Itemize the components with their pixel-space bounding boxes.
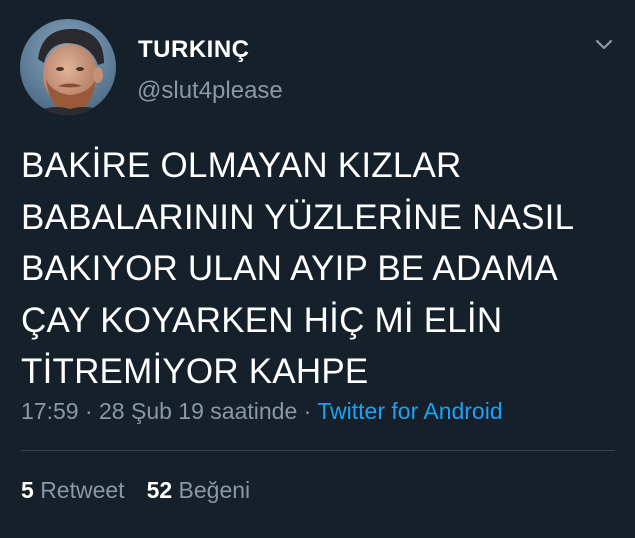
retweet-stat[interactable]: 5 Retweet xyxy=(21,477,125,503)
chevron-down-icon[interactable] xyxy=(592,36,616,54)
tweet-stats: 5 Retweet 52 Beğeni xyxy=(21,477,250,504)
author-display-name[interactable]: TURKINÇ xyxy=(138,36,250,64)
tweet-text: BAKİRE OLMAYAN KIZLAR BABALARININ YÜZLER… xyxy=(21,146,575,391)
divider xyxy=(21,450,615,451)
like-count: 52 xyxy=(146,477,173,503)
tweet-meta: 17:59 · 28 Şub 19 saatinde · Twitter for… xyxy=(21,398,503,425)
avatar[interactable] xyxy=(20,19,116,115)
tweet-source-link[interactable]: Twitter for Android xyxy=(317,398,502,424)
meta-separator: · xyxy=(78,398,100,424)
like-label: Beğeni xyxy=(178,477,251,503)
author-handle[interactable]: @slut4please xyxy=(137,77,283,105)
retweet-count: 5 xyxy=(21,477,34,503)
like-stat[interactable]: 52 Beğeni xyxy=(147,477,251,503)
retweet-label: Retweet xyxy=(40,477,125,503)
tweet-time[interactable]: 17:59 xyxy=(21,398,79,424)
tweet-date[interactable]: 28 Şub 19 saatinde xyxy=(99,398,297,424)
meta-separator: · xyxy=(297,398,318,424)
tweet-card: TURKINÇ @slut4please BAKİRE OLMAYAN KIZL… xyxy=(0,0,635,538)
avatar-image xyxy=(20,19,116,115)
